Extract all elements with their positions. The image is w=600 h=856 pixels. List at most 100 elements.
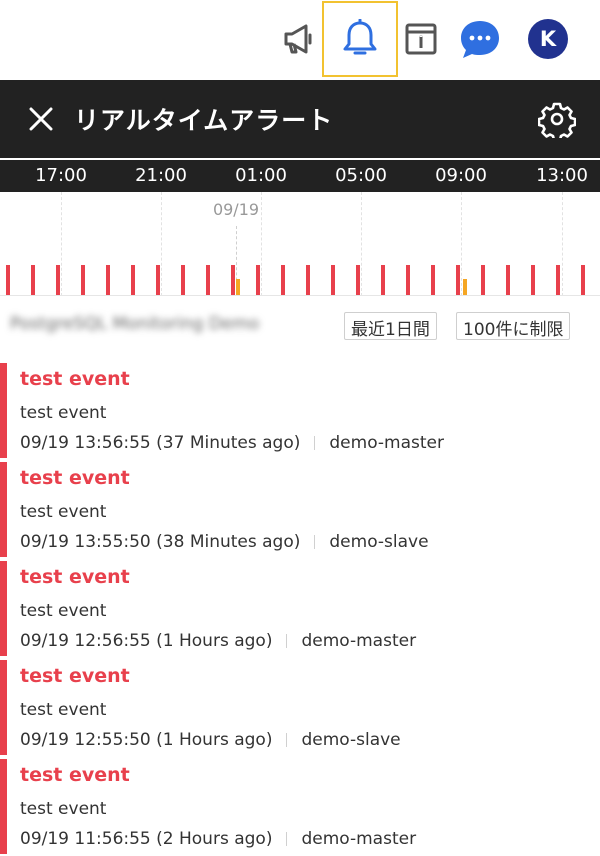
timeline-divider bbox=[0, 295, 600, 296]
close-button[interactable] bbox=[26, 104, 56, 134]
alert-item[interactable]: test event test event 09/19 13:56:55 (37… bbox=[0, 363, 600, 462]
critical-event-bar[interactable] bbox=[156, 265, 160, 295]
critical-event-bar[interactable] bbox=[581, 265, 585, 295]
alert-host: demo-master bbox=[329, 433, 444, 453]
alert-item[interactable]: test event test event 09/19 12:56:55 (1 … bbox=[0, 561, 600, 660]
critical-event-bar[interactable] bbox=[481, 265, 485, 295]
severity-stripe bbox=[0, 660, 7, 755]
critical-event-bar[interactable] bbox=[6, 265, 10, 295]
critical-event-bar[interactable] bbox=[231, 265, 235, 295]
calendar-info-icon bbox=[405, 23, 437, 55]
critical-event-bar[interactable] bbox=[306, 265, 310, 295]
user-menu-button[interactable]: K bbox=[512, 3, 584, 75]
gridline bbox=[161, 192, 162, 296]
alert-time: 09/19 11:56:55 (2 Hours ago) bbox=[20, 829, 273, 849]
severity-stripe bbox=[0, 363, 7, 458]
alert-title: test event bbox=[20, 764, 130, 786]
date-label: 09/19 bbox=[212, 200, 260, 219]
critical-event-bar[interactable] bbox=[281, 265, 285, 295]
alert-host: demo-slave bbox=[301, 730, 401, 750]
critical-event-bar[interactable] bbox=[381, 265, 385, 295]
critical-event-bar[interactable] bbox=[506, 265, 510, 295]
project-name: PostgreSQL Monitoring Demo bbox=[10, 314, 260, 334]
alert-item[interactable]: test event test event 09/19 11:56:55 (2 … bbox=[0, 759, 600, 856]
alert-time: 09/19 13:56:55 (37 Minutes ago) bbox=[20, 433, 301, 453]
critical-event-bar[interactable] bbox=[181, 265, 185, 295]
gridline bbox=[361, 192, 362, 296]
settings-button[interactable] bbox=[537, 100, 577, 142]
critical-event-bar[interactable] bbox=[206, 265, 210, 295]
time-tick: 21:00 bbox=[135, 165, 187, 186]
alert-meta: 09/19 11:56:55 (2 Hours ago) demo-master bbox=[20, 829, 416, 849]
warning-event-bar[interactable] bbox=[463, 279, 467, 295]
time-axis: 17:00 21:00 01:00 05:00 09:00 13:00 bbox=[0, 160, 600, 192]
alert-host: demo-master bbox=[301, 829, 417, 849]
alert-meta: 09/19 13:55:50 (38 Minutes ago) demo-sla… bbox=[20, 532, 429, 552]
critical-event-bar[interactable] bbox=[81, 265, 85, 295]
alert-message: test event bbox=[20, 799, 107, 819]
alert-title: test event bbox=[20, 665, 130, 687]
critical-event-bar[interactable] bbox=[556, 265, 560, 295]
limit-filter-chip[interactable]: 100件に制限 bbox=[456, 312, 571, 340]
chat-icon bbox=[461, 21, 499, 58]
meta-separator bbox=[286, 832, 288, 846]
alert-message: test event bbox=[20, 700, 107, 720]
gridline bbox=[61, 192, 62, 296]
close-icon bbox=[29, 107, 53, 131]
critical-event-bar[interactable] bbox=[331, 265, 335, 295]
alert-message: test event bbox=[20, 403, 107, 423]
alert-title: test event bbox=[20, 467, 130, 489]
gear-icon bbox=[537, 102, 577, 142]
alert-item[interactable]: test event test event 09/19 13:55:50 (38… bbox=[0, 462, 600, 561]
chat-button[interactable] bbox=[444, 3, 516, 75]
critical-event-bar[interactable] bbox=[56, 265, 60, 295]
critical-event-bar[interactable] bbox=[256, 265, 260, 295]
time-tick: 17:00 bbox=[35, 165, 87, 186]
alert-item[interactable]: test event test event 09/19 12:55:50 (1 … bbox=[0, 660, 600, 759]
severity-stripe bbox=[0, 561, 7, 656]
alert-list: test event test event 09/19 13:56:55 (37… bbox=[0, 363, 600, 856]
critical-event-bar[interactable] bbox=[106, 265, 110, 295]
critical-event-bar[interactable] bbox=[31, 265, 35, 295]
time-tick: 09:00 bbox=[435, 165, 487, 186]
critical-event-bar[interactable] bbox=[531, 265, 535, 295]
top-bar: K bbox=[0, 0, 600, 80]
period-filter-chip[interactable]: 最近1日間 bbox=[344, 312, 437, 340]
alert-host: demo-slave bbox=[329, 532, 429, 552]
meta-separator bbox=[286, 634, 288, 648]
alert-timeline[interactable]: 17:00 21:00 01:00 05:00 09:00 13:00 09/1… bbox=[0, 158, 600, 296]
gridline bbox=[261, 192, 262, 296]
bell-icon bbox=[343, 19, 377, 55]
filter-row: PostgreSQL Monitoring Demo 最近1日間 100件に制限 bbox=[0, 312, 600, 342]
gridline bbox=[461, 192, 462, 296]
alert-time: 09/19 12:56:55 (1 Hours ago) bbox=[20, 631, 273, 651]
critical-event-bar[interactable] bbox=[431, 265, 435, 295]
time-tick: 01:00 bbox=[235, 165, 287, 186]
alert-meta: 09/19 12:56:55 (1 Hours ago) demo-master bbox=[20, 631, 416, 651]
panel-header: リアルタイムアラート bbox=[0, 80, 600, 158]
critical-event-bar[interactable] bbox=[131, 265, 135, 295]
panel-title: リアルタイムアラート bbox=[74, 106, 334, 135]
alert-time: 09/19 12:55:50 (1 Hours ago) bbox=[20, 730, 273, 750]
alert-meta: 09/19 13:56:55 (37 Minutes ago) demo-mas… bbox=[20, 433, 444, 453]
critical-event-bar[interactable] bbox=[406, 265, 410, 295]
meta-separator bbox=[286, 733, 288, 747]
gridline bbox=[562, 192, 563, 296]
avatar: K bbox=[528, 19, 568, 59]
severity-stripe bbox=[0, 759, 7, 854]
alert-message: test event bbox=[20, 502, 107, 522]
severity-stripe bbox=[0, 462, 7, 557]
alert-host: demo-master bbox=[301, 631, 417, 651]
warning-event-bar[interactable] bbox=[236, 279, 240, 295]
meta-separator bbox=[314, 436, 316, 450]
alert-title: test event bbox=[20, 566, 130, 588]
time-tick: 05:00 bbox=[335, 165, 387, 186]
alert-title: test event bbox=[20, 368, 130, 390]
alert-time: 09/19 13:55:50 (38 Minutes ago) bbox=[20, 532, 301, 552]
meta-separator bbox=[314, 535, 316, 549]
critical-event-bar[interactable] bbox=[356, 265, 360, 295]
time-tick: 13:00 bbox=[536, 165, 588, 186]
megaphone-icon bbox=[284, 24, 312, 54]
alert-message: test event bbox=[20, 601, 107, 621]
critical-event-bar[interactable] bbox=[456, 265, 460, 295]
